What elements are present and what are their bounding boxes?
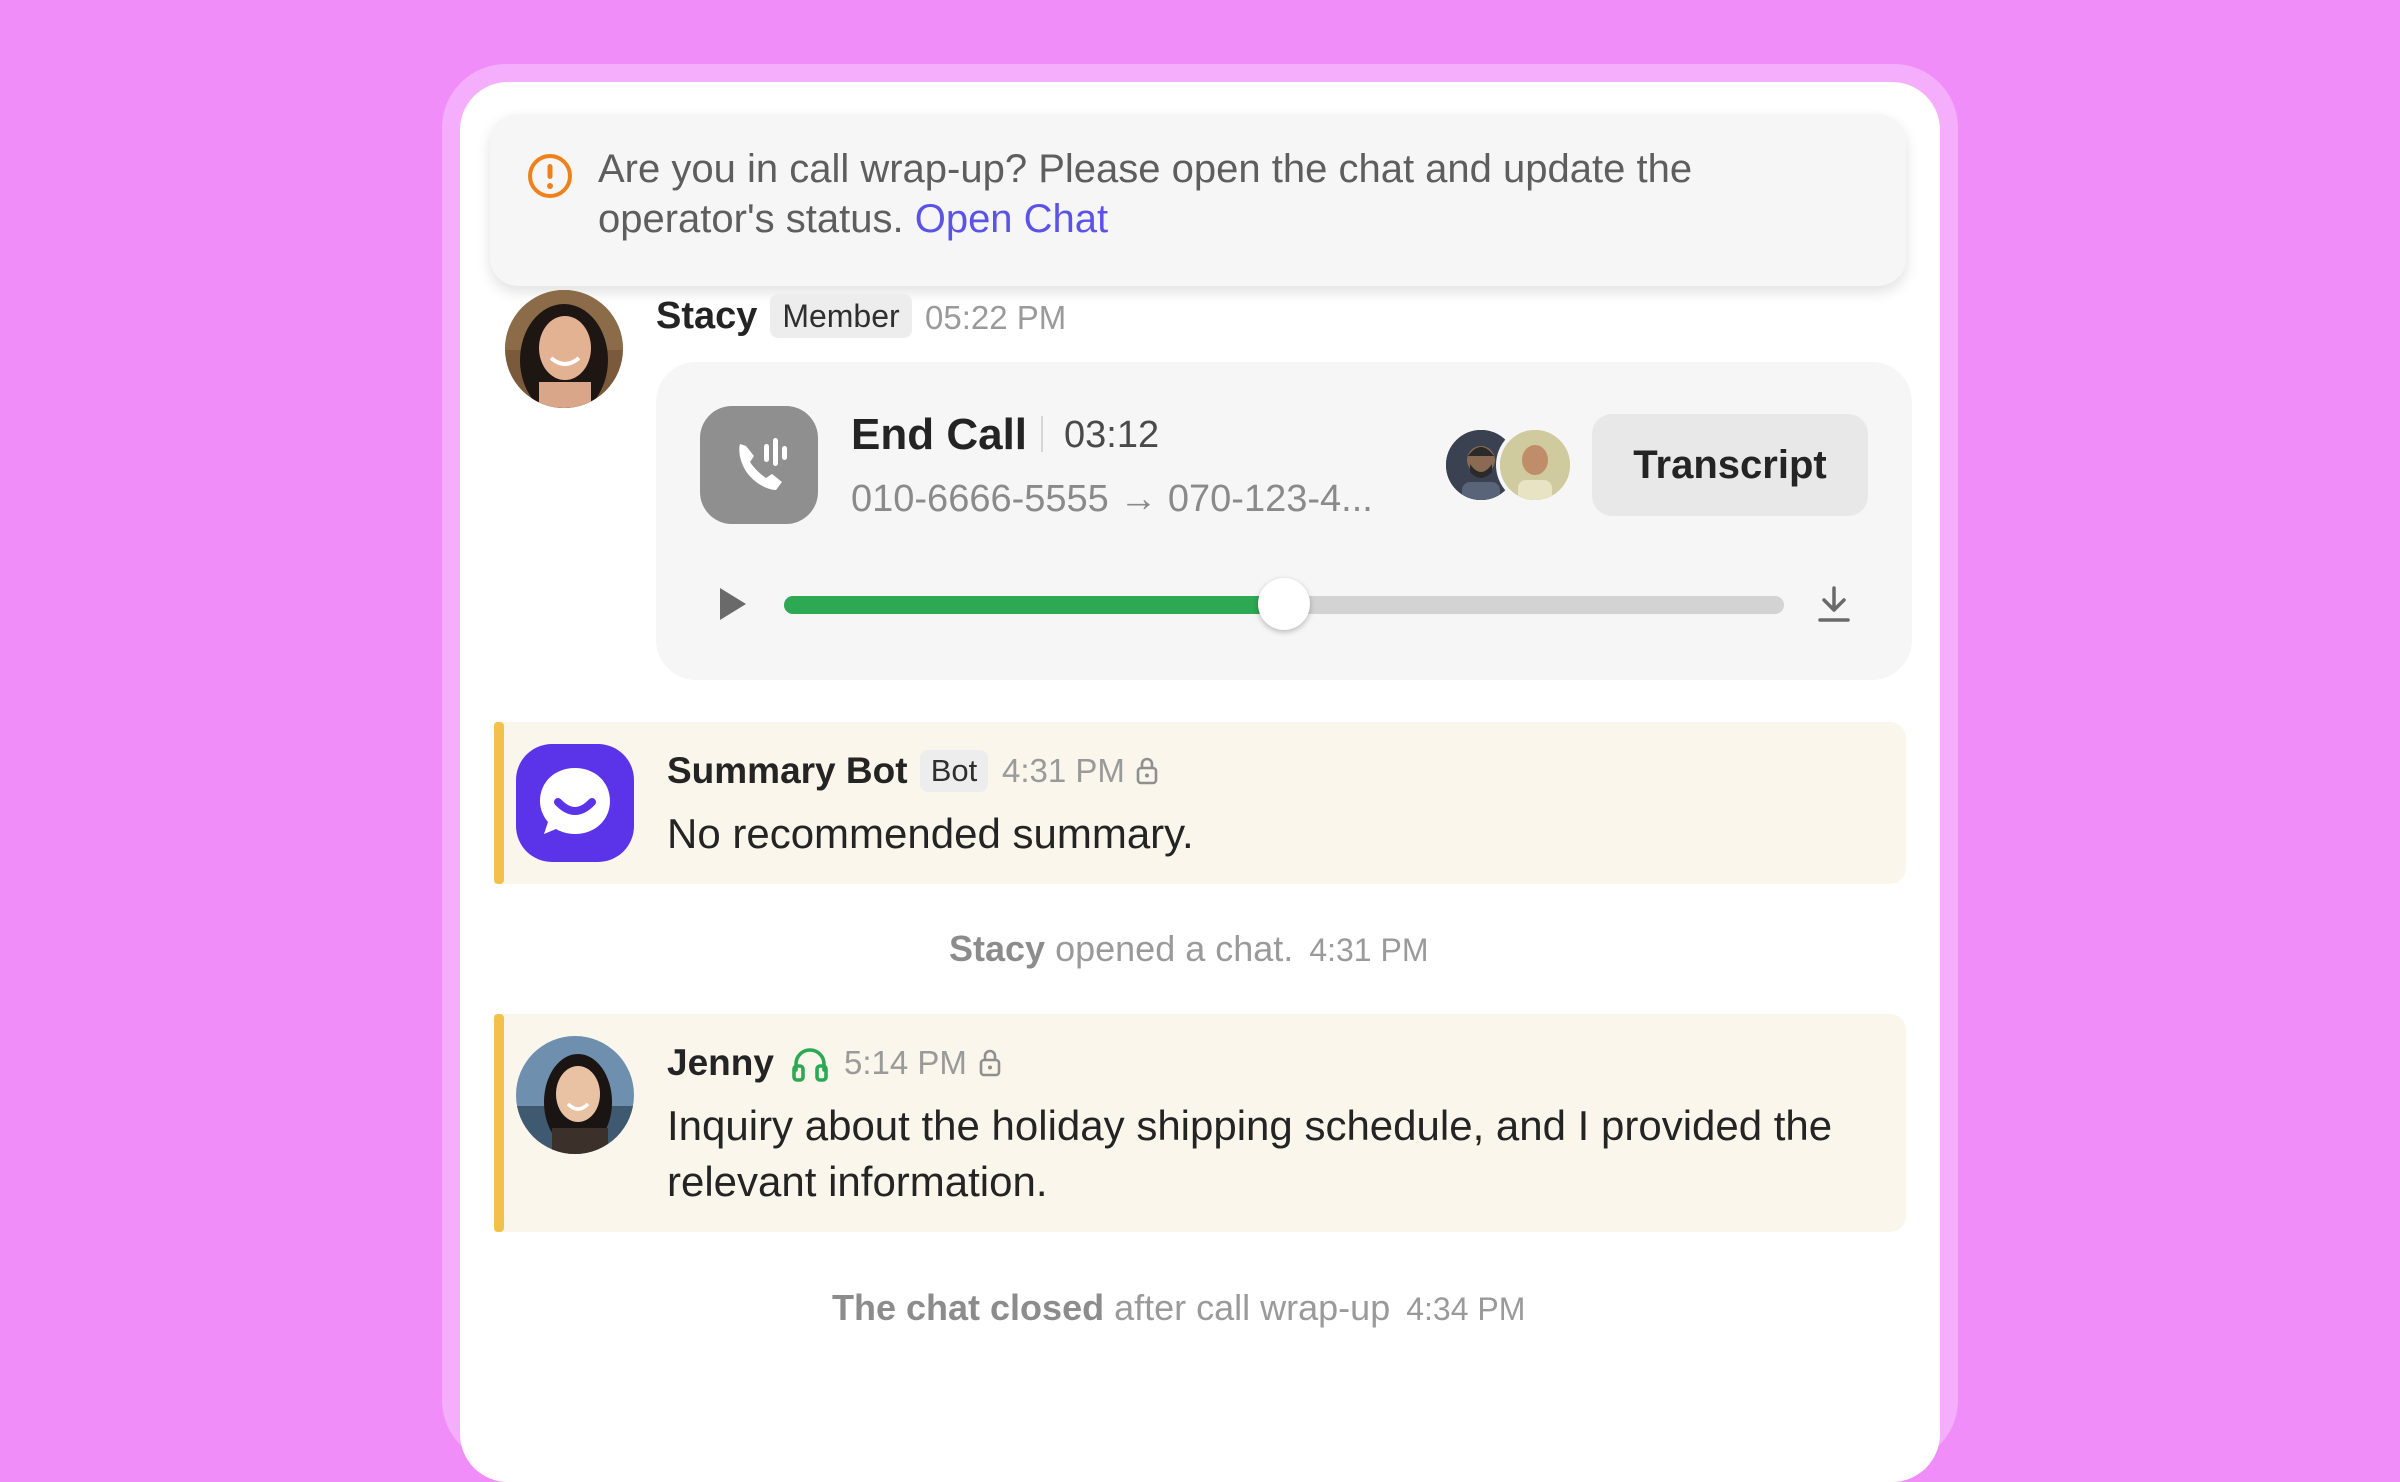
playback-slider[interactable]	[784, 578, 1784, 630]
summary-bot-avatar[interactable]	[516, 744, 634, 862]
jenny-text: Inquiry about the holiday shipping sched…	[667, 1102, 1833, 1205]
playback-thumb[interactable]	[1258, 578, 1310, 630]
call-title: End Call	[851, 410, 1028, 459]
lock-icon	[979, 1049, 1001, 1077]
system-opened-time: 4:31 PM	[1309, 932, 1429, 968]
stacy-timestamp: 05:22 PM	[925, 299, 1067, 336]
bot-badge: Bot	[920, 750, 988, 792]
alert-circle-icon	[528, 154, 572, 198]
highlight-bar	[494, 1014, 504, 1232]
banner-text: Are you in call wrap-up? Please open the…	[598, 147, 1693, 241]
system-opened-action: opened a chat.	[1055, 928, 1294, 969]
system-closed-actor: The chat closed	[832, 1287, 1105, 1328]
system-opened-line: Stacy opened a chat. 4:31 PM	[949, 924, 1428, 975]
open-chat-link[interactable]: Open Chat	[915, 197, 1108, 241]
headset-icon	[792, 1048, 828, 1082]
jenny-avatar[interactable]	[516, 1036, 634, 1154]
playback-progress	[784, 596, 1284, 614]
jenny-name[interactable]: Jenny	[667, 1038, 774, 1088]
member-badge: Member	[770, 294, 912, 338]
download-icon[interactable]	[1816, 584, 1852, 624]
phone-voice-icon	[739, 438, 787, 490]
call-numbers: 010-6666-5555 → 070-123-4...	[851, 478, 1373, 520]
stacy-avatar[interactable]	[505, 290, 623, 408]
wrap-up-banner: Are you in call wrap-up? Please open the…	[490, 114, 1906, 286]
play-icon[interactable]	[714, 582, 752, 626]
transcript-button[interactable]: Transcript	[1592, 414, 1868, 516]
system-closed-action: after call wrap-up	[1114, 1287, 1391, 1328]
banner-message: Are you in call wrap-up? Please open the…	[598, 144, 1858, 244]
system-opened-actor: Stacy	[949, 928, 1046, 969]
call-icon-tile	[700, 406, 818, 524]
participant-avatar-2[interactable]	[1496, 426, 1574, 504]
stacy-name[interactable]: Stacy	[656, 292, 757, 340]
lock-icon	[1136, 757, 1158, 785]
summary-bot-name[interactable]: Summary Bot	[667, 746, 908, 796]
highlight-bar	[494, 722, 504, 884]
system-closed-line: The chat closed after call wrap-up 4:34 …	[832, 1283, 1525, 1334]
call-divider	[1041, 416, 1043, 452]
jenny-timestamp: 5:14 PM	[844, 1044, 967, 1081]
summary-bot-text: No recommended summary.	[667, 810, 1194, 857]
chat-bubble-smile-icon	[540, 768, 610, 834]
call-duration: 03:12	[1064, 414, 1160, 456]
system-closed-time: 4:34 PM	[1406, 1291, 1526, 1327]
summary-bot-timestamp: 4:31 PM	[1002, 752, 1125, 789]
